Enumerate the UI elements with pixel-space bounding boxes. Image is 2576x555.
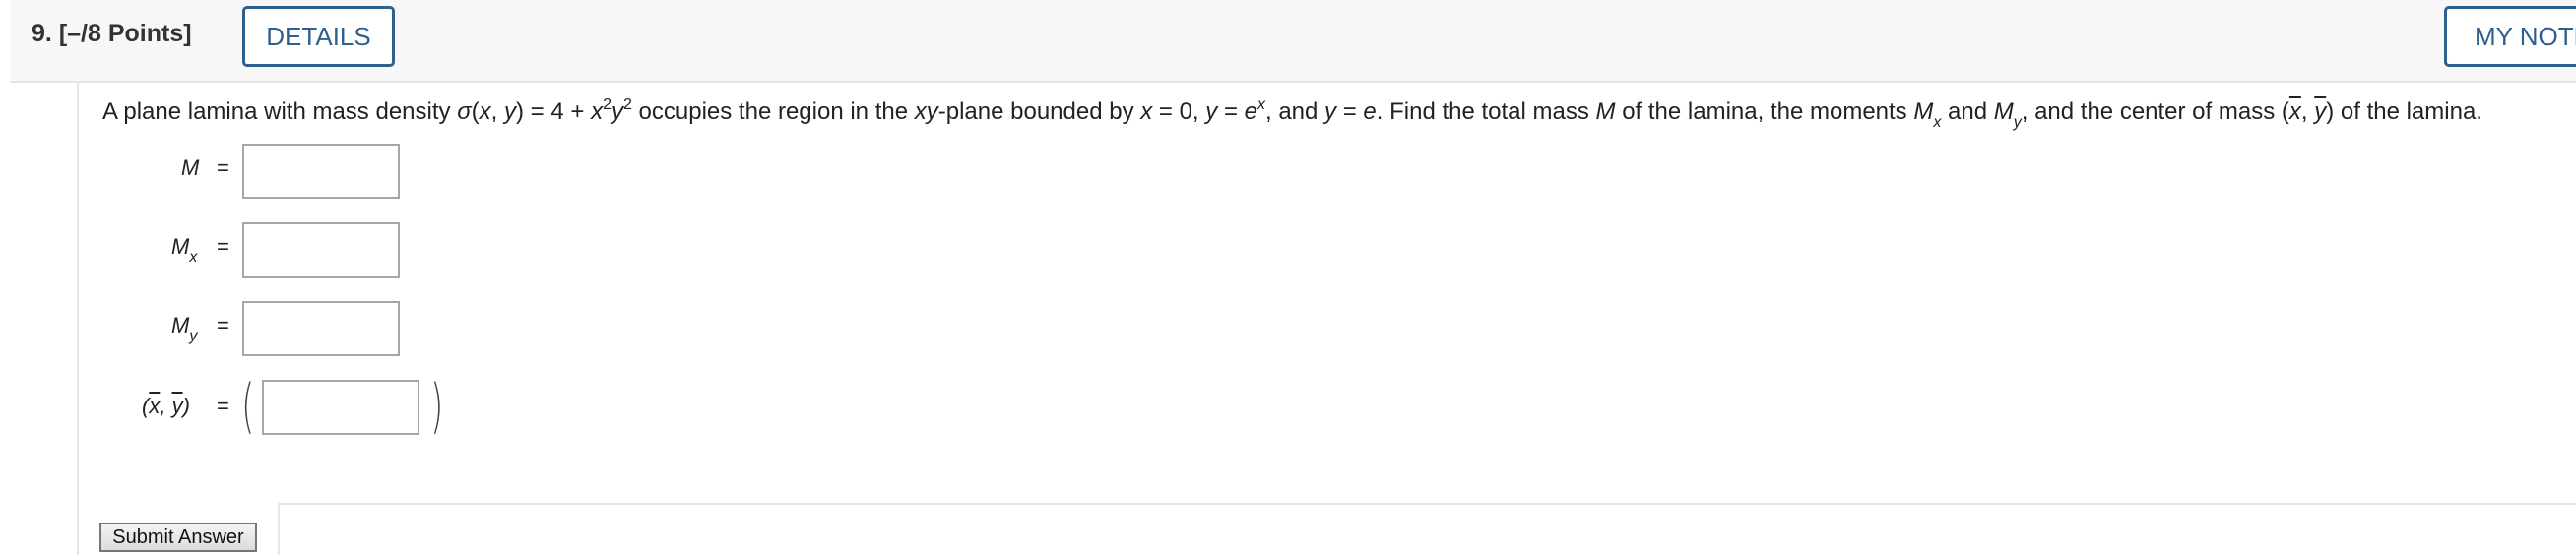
problem-statement: A plane lamina with mass density σ(x, y)…: [102, 96, 2482, 131]
question-points: [–/8 Points]: [58, 20, 192, 47]
question-header: 9. [–/8 Points] DETAILS MY NOTES: [10, 0, 2576, 83]
mass-label: M: [181, 155, 200, 180]
mass-input[interactable]: [242, 144, 400, 199]
question-title: 9. [–/8 Points]: [32, 20, 192, 48]
my-notes-button[interactable]: MY NOTES: [2444, 6, 2576, 67]
moment-x-input[interactable]: [242, 222, 400, 278]
moment-y-input[interactable]: [242, 301, 400, 356]
submit-answer-button[interactable]: Submit Answer: [99, 523, 257, 552]
footer-divider: [278, 503, 2576, 505]
moment-x-label: Mx: [171, 234, 198, 266]
center-of-mass-label: (x, y): [142, 394, 190, 418]
equals-sign: =: [217, 155, 229, 180]
open-paren: (: [241, 372, 255, 441]
equals-sign: =: [217, 394, 229, 418]
footer-vertical-divider: [278, 503, 280, 555]
equals-sign: =: [217, 313, 229, 338]
left-divider: [77, 83, 79, 555]
equals-sign: =: [217, 234, 229, 259]
question-number: 9.: [32, 20, 52, 47]
close-paren: ): [430, 372, 444, 441]
moment-y-label: My: [171, 313, 198, 344]
center-of-mass-input[interactable]: [262, 380, 419, 435]
details-button[interactable]: DETAILS: [242, 6, 395, 67]
